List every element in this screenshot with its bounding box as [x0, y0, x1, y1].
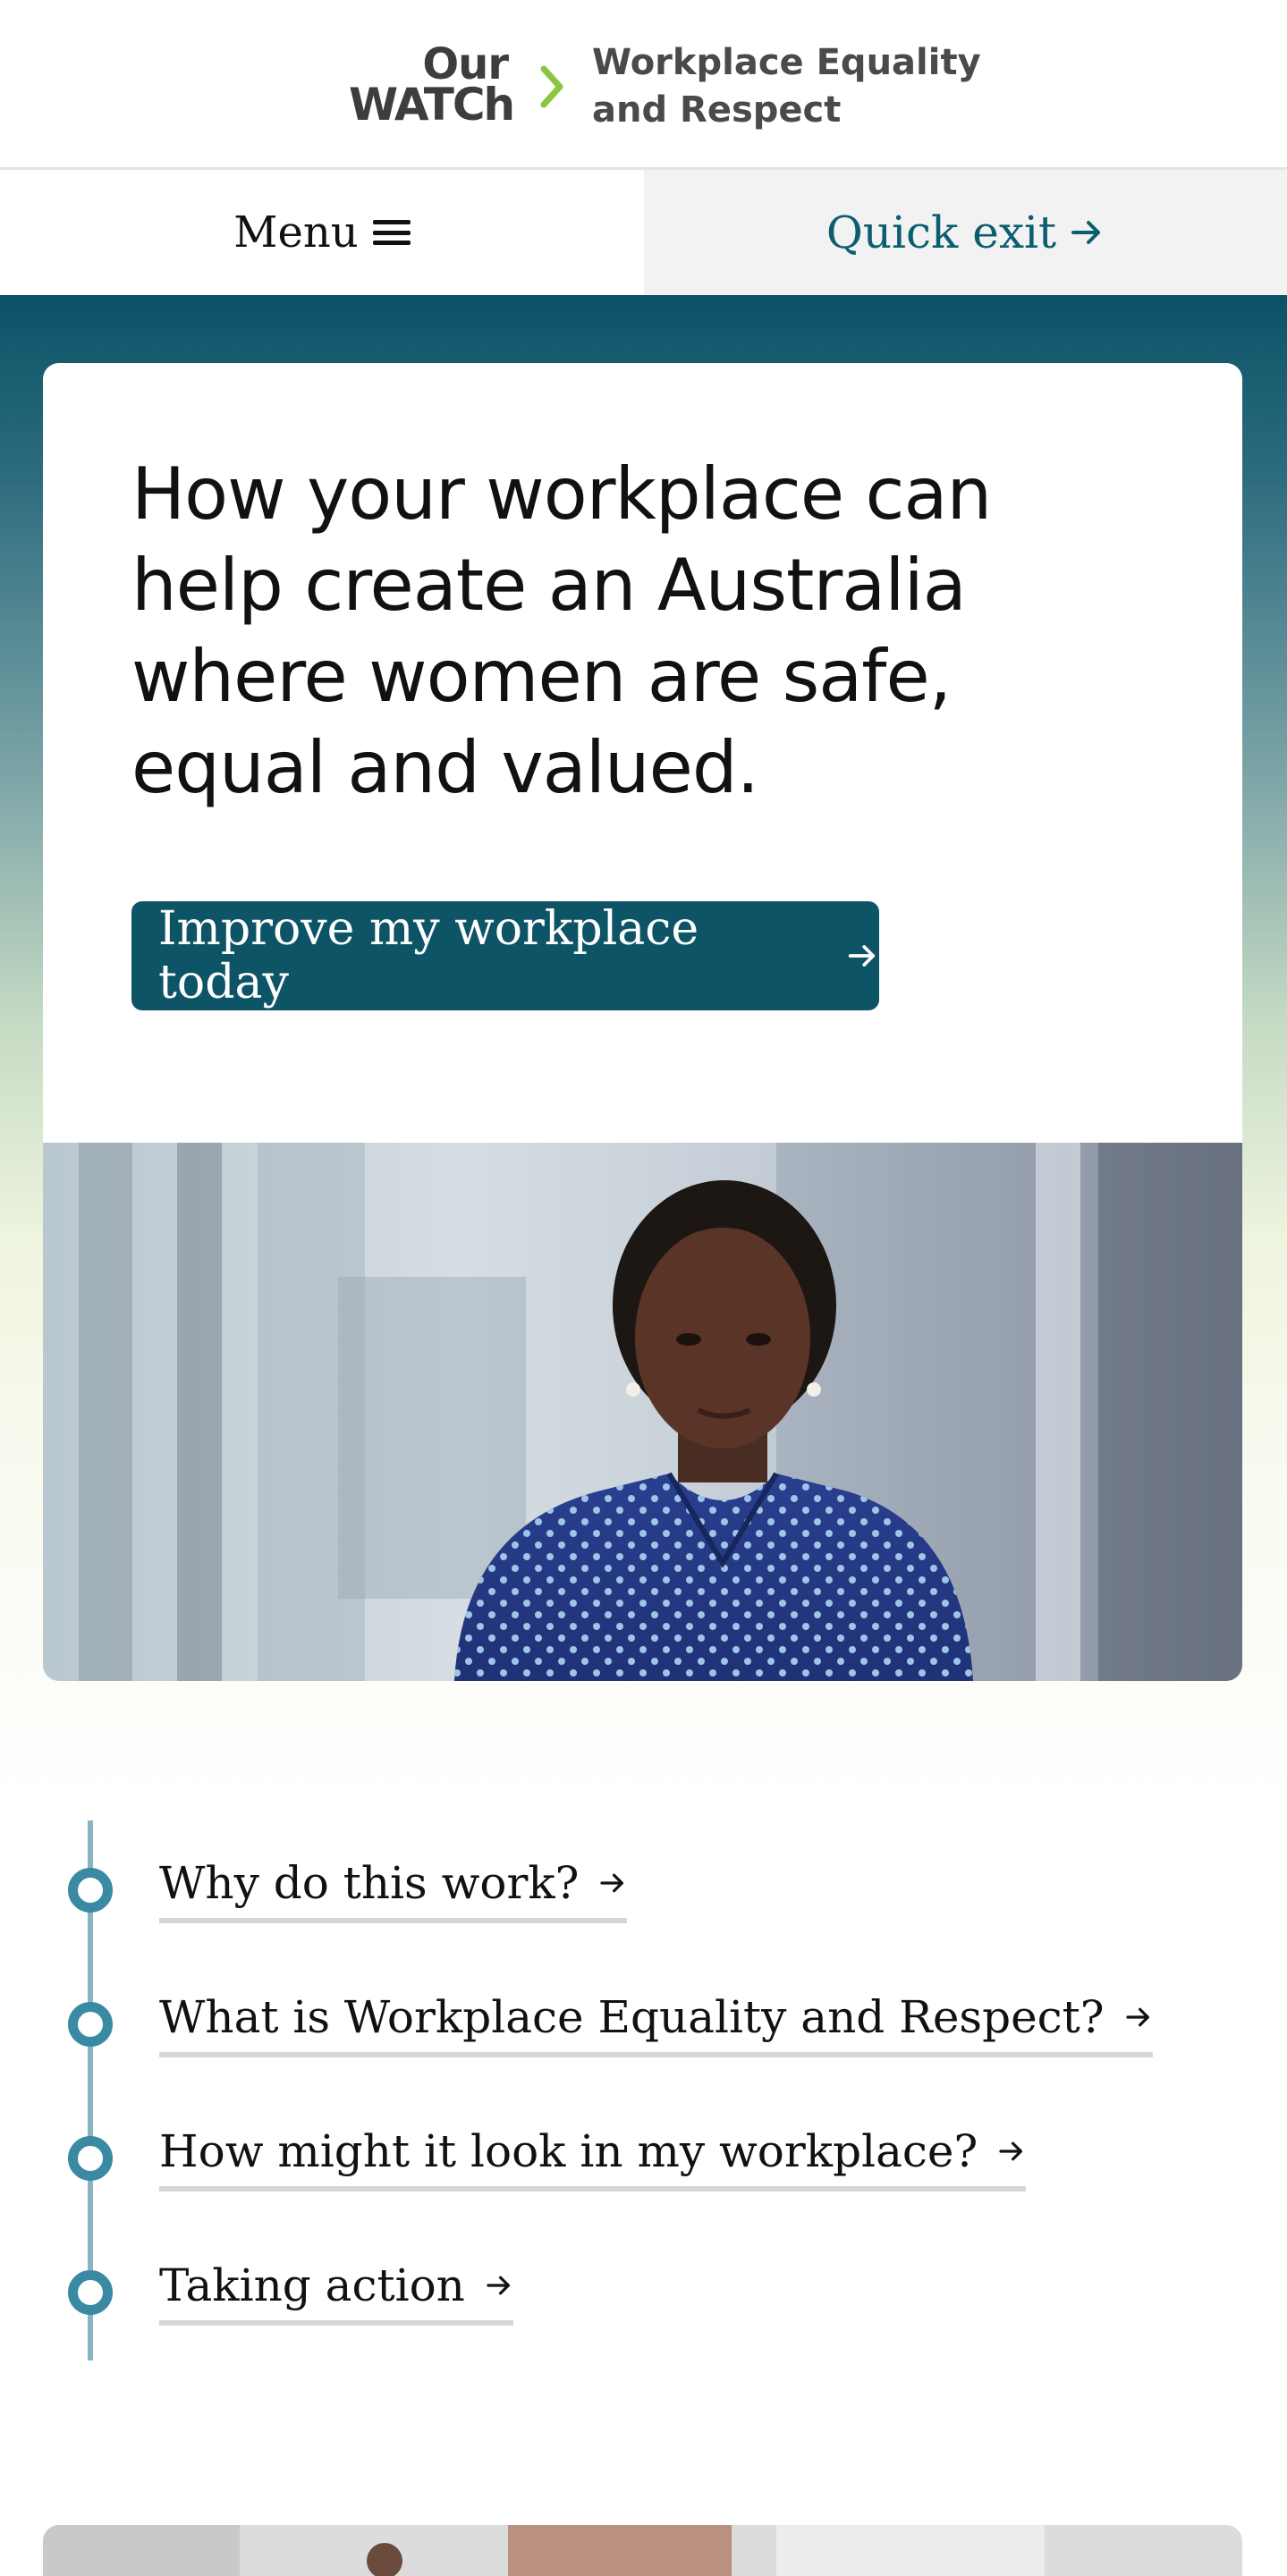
step-dot-icon: [68, 1868, 113, 1913]
step-dot-icon: [68, 2002, 113, 2047]
logo-line-2: WATCh: [349, 79, 515, 131]
steps-list: Why do this work? What is Workplace Equa…: [0, 1815, 1287, 2387]
hero-card: How your workplace can help create an Au…: [43, 363, 1242, 1681]
hero-heading: How your workplace can help create an Au…: [131, 452, 992, 809]
step-label: Taking action: [159, 2259, 465, 2311]
arrow-right-icon: [999, 2141, 1023, 2161]
top-nav: Menu Quick exit: [0, 170, 1287, 295]
step-dot-icon: [68, 2270, 113, 2315]
arrow-right-icon: [849, 945, 876, 967]
step-link[interactable]: How might it look in my workplace?: [159, 2125, 1027, 2192]
menu-label: Menu: [233, 207, 359, 258]
arrow-right-icon: [600, 1873, 624, 1893]
hero-photo: [43, 1143, 1242, 1681]
cta-label: Improve my workplace today: [158, 902, 699, 1009]
step-label: What is Workplace Equality and Respect?: [159, 1991, 1105, 2043]
chevron-right-icon: [540, 65, 563, 108]
site-header: Our WATCh Workplace Equality and Respect: [0, 0, 1287, 170]
step-link[interactable]: What is Workplace Equality and Respect?: [159, 1991, 1153, 2057]
improve-workplace-button[interactable]: Improve my workplace today: [131, 901, 879, 1010]
step-link[interactable]: Why do this work?: [159, 1857, 628, 1923]
step-dot-icon: [68, 2136, 113, 2181]
quick-exit-button[interactable]: Quick exit: [644, 170, 1287, 295]
brand[interactable]: Our WATCh Workplace Equality and Respect: [349, 39, 986, 134]
hamburger-icon: [372, 217, 411, 248]
step-link[interactable]: Taking action: [159, 2259, 513, 2326]
site-title: Workplace Equality and Respect: [592, 42, 981, 131]
next-section-photo: [43, 2525, 1242, 2576]
step-label: How might it look in my workplace?: [159, 2125, 978, 2177]
arrow-right-icon: [487, 2276, 510, 2295]
arrow-right-icon: [1125, 2007, 1149, 2027]
our-watch-logo[interactable]: Our WATCh: [349, 43, 515, 131]
quick-exit-label: Quick exit: [826, 207, 1057, 258]
menu-button[interactable]: Menu: [0, 170, 644, 295]
arrow-right-icon: [1071, 221, 1101, 244]
hero-section: How your workplace can help create an Au…: [0, 295, 1287, 1815]
step-label: Why do this work?: [159, 1857, 580, 1909]
